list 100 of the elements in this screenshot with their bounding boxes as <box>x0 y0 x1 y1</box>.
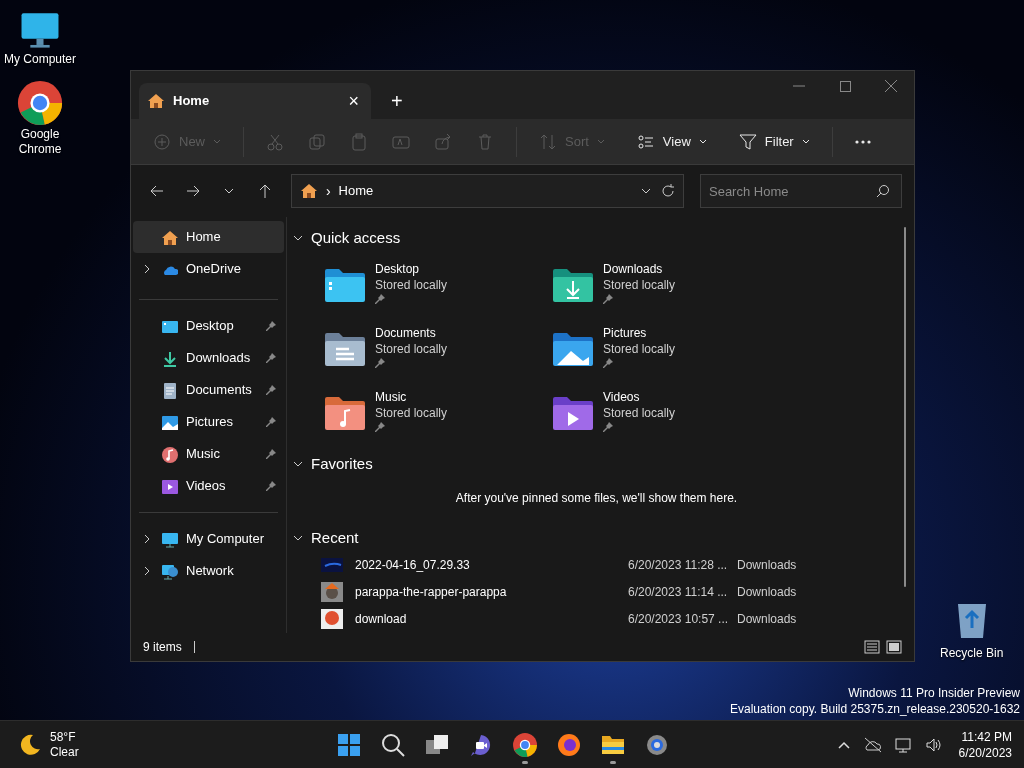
recycle-bin-label[interactable]: Recycle Bin <box>940 644 1004 662</box>
chevron-down-icon <box>293 533 303 543</box>
speaker-icon[interactable] <box>924 736 943 753</box>
address-bar[interactable]: › Home <box>290 174 684 208</box>
sidebar-item[interactable]: Documents <box>133 374 284 406</box>
quick-access-tile[interactable]: Pictures Stored locally <box>551 317 779 381</box>
sidebar-item[interactable]: Network <box>133 555 284 587</box>
recent-file-row[interactable]: parappa-the-rapper-parappa 6/20/2023 11:14 ... Downloads <box>293 578 900 605</box>
plus-circle-icon <box>153 132 171 151</box>
maximize-icon <box>839 80 851 92</box>
sidebar-item[interactable]: Desktop <box>133 310 284 342</box>
section-header[interactable]: Favorites <box>293 451 900 477</box>
weather-temperature[interactable]: 58°F <box>50 729 79 745</box>
sort-arrows-icon <box>539 132 557 151</box>
section-header[interactable]: Quick access <box>293 225 900 251</box>
new-tab-button[interactable]: + <box>391 91 403 111</box>
pin-icon <box>603 421 613 433</box>
pin-icon <box>375 357 385 369</box>
filter-icon <box>738 132 757 151</box>
quick-access-tile[interactable]: Desktop Stored locally <box>323 253 551 317</box>
clock-time[interactable]: 11:42 PM <box>961 728 1012 745</box>
quick-access-tile[interactable]: Videos Stored locally <box>551 381 779 445</box>
sidebar-item[interactable]: My Computer <box>133 523 284 555</box>
scrollbar-thumb[interactable] <box>904 227 906 587</box>
folder-icon <box>323 395 367 431</box>
quick-access-tile[interactable]: Music Stored locally <box>323 381 551 445</box>
video-icon <box>161 477 178 495</box>
document-icon <box>161 381 178 399</box>
folder-icon <box>551 395 595 431</box>
watermark-text: Windows 11 Pro Insider Preview <box>848 685 1020 701</box>
chevron-down-icon <box>223 188 234 194</box>
chrome-icon <box>512 731 538 758</box>
weather-condition[interactable]: Clear <box>50 744 79 760</box>
sidebar-item[interactable]: OneDrive <box>133 253 284 285</box>
scissors-icon <box>266 132 284 151</box>
network-monitor-icon[interactable] <box>894 736 913 753</box>
home-icon <box>299 182 318 200</box>
refresh-icon[interactable] <box>661 184 675 198</box>
tab-title: Home <box>173 92 211 111</box>
details-view-icon[interactable] <box>864 640 880 654</box>
search-icon <box>876 184 890 198</box>
breadcrumb-item[interactable]: Home <box>338 181 631 201</box>
item-count: 9 items <box>143 639 182 656</box>
chevron-down-icon <box>293 459 303 469</box>
tab-close-button[interactable]: × <box>344 92 363 110</box>
filter-button[interactable]: Filter <box>728 124 820 159</box>
picture-icon <box>161 413 178 431</box>
breadcrumb-separator: › <box>325 181 331 201</box>
network-icon <box>161 562 178 580</box>
search-icon <box>380 731 406 758</box>
sidebar-item[interactable]: Pictures <box>133 406 284 438</box>
sidebar-item[interactable]: Music <box>133 438 284 470</box>
quick-access-tile[interactable]: Documents Stored locally <box>323 317 551 381</box>
download-arrow-icon <box>161 349 178 367</box>
empty-state-message: After you've pinned some files, we'll show them here. <box>454 490 739 507</box>
chevron-down-icon <box>293 233 303 243</box>
clock-date[interactable]: 6/20/2023 <box>958 744 1012 761</box>
thumbnail-placeholder <box>321 608 343 629</box>
windows-logo-icon <box>336 731 362 758</box>
clipboard-icon <box>350 132 368 151</box>
desktop-icon-label[interactable]: My Computer <box>4 52 76 67</box>
pin-icon <box>375 421 385 433</box>
watermark-text: Evaluation copy. Build 25375.zn_release.230520-1632 <box>730 701 1020 717</box>
chevron-down-icon <box>801 138 810 145</box>
tiles-view-icon[interactable] <box>886 640 902 654</box>
home-icon <box>161 228 178 246</box>
chevron-down-icon <box>596 138 605 145</box>
section-header[interactable]: Recent <box>293 525 900 551</box>
cloud-off-icon[interactable] <box>862 736 883 753</box>
folder-icon <box>551 267 595 303</box>
quick-access-tile[interactable]: Downloads Stored locally <box>551 253 779 317</box>
pin-icon <box>603 293 613 305</box>
recent-file-row[interactable]: 2022-04-16_07.29.33 6/20/2023 11:28 ... Downloads <box>293 551 900 578</box>
search-field[interactable]: Search Home <box>700 174 902 208</box>
pin-icon <box>603 357 613 369</box>
more-icon <box>854 139 871 144</box>
sidebar-item[interactable]: Videos <box>133 470 284 502</box>
minimize-icon <box>793 85 805 87</box>
chevron-down-icon <box>698 138 707 145</box>
monitor-icon <box>161 530 178 548</box>
sidebar-item[interactable]: Home <box>133 221 284 253</box>
home-icon <box>147 92 165 110</box>
copy-icon <box>308 132 326 151</box>
folder-icon <box>323 331 367 367</box>
share-icon <box>434 132 452 151</box>
moon-icon <box>18 732 42 757</box>
chevron-right-icon[interactable] <box>143 264 151 274</box>
view-button[interactable]: View <box>626 124 717 159</box>
list-icon <box>636 132 655 151</box>
firefox-icon <box>556 731 582 758</box>
chevron-right-icon[interactable] <box>143 566 151 576</box>
recent-file-row[interactable]: download 6/20/2023 10:57 ... Downloads <box>293 605 900 632</box>
folder-icon <box>323 267 367 303</box>
chrome-icon <box>16 79 64 127</box>
tab[interactable]: Home × <box>139 83 371 119</box>
desktop-icon-label[interactable]: Google Chrome <box>0 127 80 157</box>
chevron-down-icon <box>213 138 221 145</box>
chevron-right-icon[interactable] <box>143 534 151 544</box>
sidebar-item[interactable]: Downloads <box>133 342 284 374</box>
folder-icon <box>551 331 595 367</box>
